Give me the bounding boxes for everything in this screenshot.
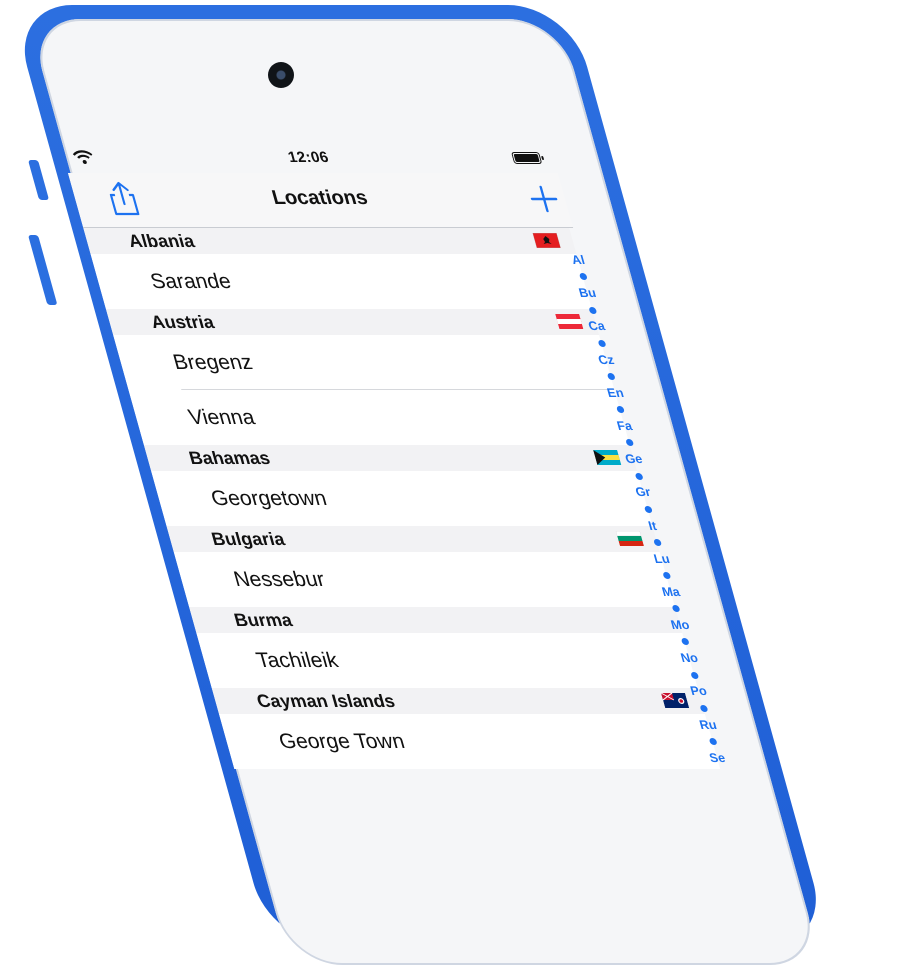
- status-bar: 12:06: [60, 145, 558, 173]
- index-letter[interactable]: Cz: [584, 352, 629, 369]
- index-letter[interactable]: Fa: [602, 418, 647, 435]
- index-dot: [624, 439, 634, 447]
- index-dot: [652, 538, 662, 546]
- index-letter[interactable]: Bu: [565, 285, 610, 302]
- section-bulgaria: Bulgaria Nessebur: [166, 526, 675, 607]
- index-letter[interactable]: Lu: [639, 551, 684, 568]
- volume-up-button: [28, 235, 58, 305]
- section-albania: Albania Sarande: [83, 228, 592, 309]
- status-time: 12:06: [286, 149, 331, 166]
- index-dot: [689, 671, 699, 679]
- index-letter[interactable]: Ge: [612, 451, 657, 468]
- index-letter[interactable]: En: [593, 385, 638, 402]
- index-letter[interactable]: Mo: [658, 617, 703, 634]
- page-title: Locations: [269, 187, 371, 209]
- index-dot: [661, 572, 671, 580]
- section-bahamas: Bahamas Georgetown: [143, 445, 653, 526]
- index-dot: [606, 372, 616, 380]
- section-header-label: Albania: [126, 231, 197, 251]
- index-dot: [597, 339, 606, 347]
- index-letter[interactable]: Al: [556, 252, 601, 269]
- section-header: Cayman Islands: [211, 688, 705, 714]
- list-item[interactable]: Bregenz: [113, 335, 615, 390]
- section-burma: Burma Tachileik: [188, 607, 698, 688]
- index-dot: [698, 704, 708, 712]
- navigation-bar: Locations: [67, 173, 574, 228]
- section-header: Burma: [188, 607, 683, 633]
- list-item[interactable]: Sarande: [90, 254, 592, 309]
- index-dot: [587, 306, 597, 314]
- index-letter[interactable]: Po: [676, 683, 721, 700]
- index-letter[interactable]: It: [630, 518, 675, 535]
- index-dot: [615, 406, 625, 414]
- section-cayman-islands: Cayman Islands George Town: [211, 688, 721, 769]
- index-letter[interactable]: Gr: [621, 484, 666, 501]
- section-header-label: Bahamas: [186, 448, 273, 468]
- index-letter[interactable]: Ru: [686, 717, 731, 734]
- section-header: Bahamas: [143, 445, 638, 471]
- section-header-label: Bulgaria: [209, 529, 287, 549]
- front-camera: [268, 62, 294, 88]
- section-header-label: Austria: [148, 312, 217, 332]
- list-item[interactable]: Nessebur: [173, 552, 675, 607]
- section-header: Austria: [105, 309, 600, 335]
- section-header-label: Cayman Islands: [254, 691, 398, 711]
- index-dot: [634, 472, 644, 480]
- list-item[interactable]: Tachileik: [196, 633, 698, 688]
- index-letter[interactable]: Se: [695, 750, 740, 767]
- section-header: Bulgaria: [166, 526, 660, 552]
- albania-flag: [532, 233, 561, 248]
- index-dot: [578, 273, 588, 281]
- list-item[interactable]: Georgetown: [151, 471, 653, 526]
- index-letter[interactable]: No: [667, 650, 712, 667]
- battery-icon: [511, 152, 544, 164]
- index-dot: [708, 738, 718, 746]
- section-header-label: Burma: [231, 610, 295, 630]
- section-austria: Austria Bregenz Vienna: [105, 309, 630, 445]
- index-letter[interactable]: Ma: [649, 584, 694, 601]
- section-header: Albania: [83, 228, 577, 254]
- mute-switch: [28, 160, 50, 200]
- index-dot: [680, 638, 690, 646]
- index-dot: [643, 505, 653, 513]
- list-item[interactable]: George Town: [218, 714, 721, 769]
- list-item[interactable]: Vienna: [128, 390, 630, 445]
- index-letter[interactable]: Ca: [575, 318, 620, 335]
- index-dot: [671, 605, 681, 613]
